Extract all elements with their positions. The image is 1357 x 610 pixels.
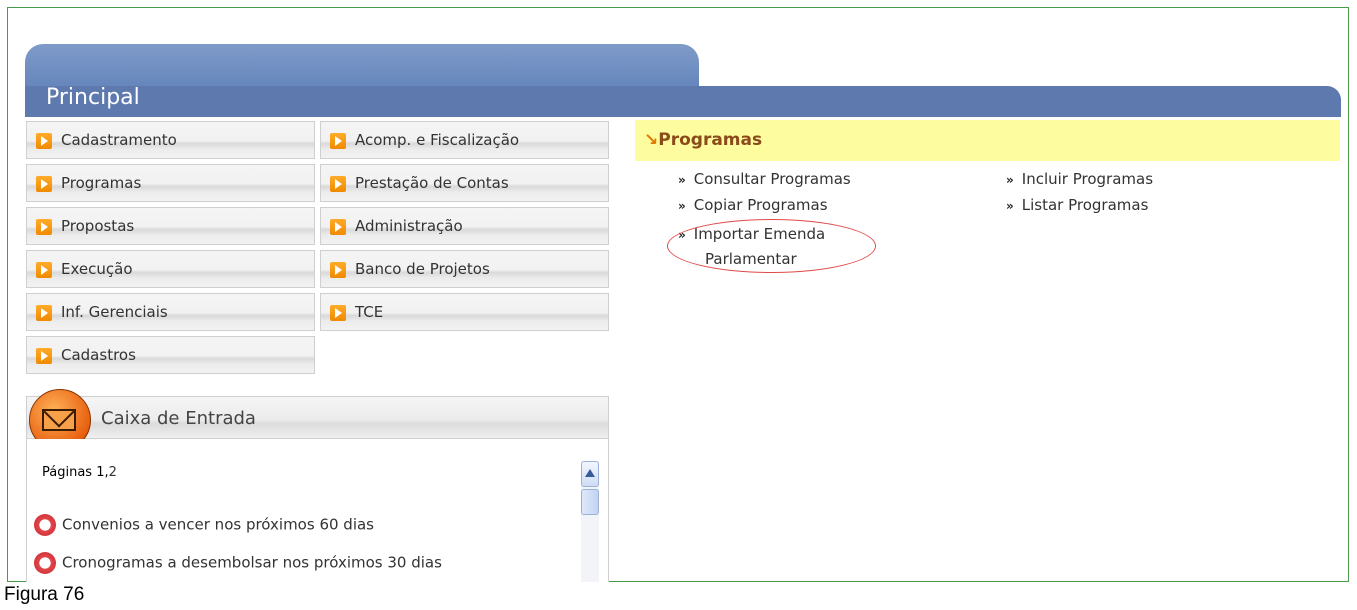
arrow-right-icon bbox=[36, 348, 52, 364]
arrow-right-icon bbox=[330, 262, 346, 278]
menu-propostas[interactable]: Propostas bbox=[26, 207, 315, 245]
menu-banco-projetos[interactable]: Banco de Projetos bbox=[320, 250, 609, 288]
menu-cadastros[interactable]: Cadastros bbox=[26, 336, 315, 374]
menu-label: Prestação de Contas bbox=[355, 174, 509, 192]
double-chevron-icon: » bbox=[678, 173, 686, 187]
inbox-item-label: Convenios a vencer nos próximos 60 dias bbox=[62, 515, 374, 534]
link-label: Copiar Programas bbox=[693, 196, 828, 214]
double-chevron-icon: » bbox=[678, 199, 686, 213]
menu-administracao[interactable]: Administração bbox=[320, 207, 609, 245]
inbox-item[interactable]: Cronogramas a desembolsar nos próximos 3… bbox=[34, 552, 442, 574]
double-chevron-icon: » bbox=[1006, 173, 1014, 187]
menu-cadastramento[interactable]: Cadastramento bbox=[26, 121, 315, 159]
scrollbar-thumb[interactable] bbox=[581, 489, 599, 515]
inbox-item-label: Cronogramas a desembolsar nos próximos 3… bbox=[62, 553, 442, 572]
menu-label: Acomp. e Fiscalização bbox=[355, 131, 520, 149]
menu-inf-gerenciais[interactable]: Inf. Gerenciais bbox=[26, 293, 315, 331]
pagination: Páginas 1,2 bbox=[42, 465, 117, 480]
link-incluir-programas[interactable]: » Incluir Programas bbox=[1006, 170, 1153, 188]
arrow-right-icon bbox=[36, 219, 52, 235]
menu-label: Cadastros bbox=[61, 346, 136, 364]
arrow-right-icon bbox=[330, 133, 346, 149]
programas-title: ↘Programas bbox=[644, 130, 762, 150]
arrow-down-right-icon: ↘ bbox=[644, 130, 659, 150]
arrow-right-icon bbox=[330, 305, 346, 321]
menu-label: Cadastramento bbox=[61, 131, 177, 149]
menu-prestacao-contas[interactable]: Prestação de Contas bbox=[320, 164, 609, 202]
menu-label: Propostas bbox=[61, 217, 135, 235]
menu-label: Programas bbox=[61, 174, 142, 192]
programas-title-text: Programas bbox=[658, 130, 763, 150]
arrow-right-icon bbox=[36, 176, 52, 192]
header-band bbox=[25, 86, 1341, 117]
menu-label: Administração bbox=[355, 217, 463, 235]
menu-tce[interactable]: TCE bbox=[320, 293, 609, 331]
arrow-right-icon bbox=[36, 305, 52, 321]
link-copiar-programas[interactable]: » Copiar Programas bbox=[678, 196, 828, 214]
link-consultar-programas[interactable]: » Consultar Programas bbox=[678, 170, 851, 188]
arrow-right-icon bbox=[330, 176, 346, 192]
clock-icon bbox=[34, 552, 56, 574]
pages-label: Páginas bbox=[42, 465, 93, 480]
page-2-link[interactable]: 2 bbox=[109, 465, 117, 480]
figure-caption: Figura 76 bbox=[4, 584, 85, 605]
arrow-right-icon bbox=[36, 133, 52, 149]
menu-label: Execução bbox=[61, 260, 133, 278]
link-label: Incluir Programas bbox=[1021, 170, 1154, 188]
page-current[interactable]: 1 bbox=[96, 465, 104, 480]
menu-execucao[interactable]: Execução bbox=[26, 250, 315, 288]
menu-label: TCE bbox=[355, 303, 384, 321]
link-label: Listar Programas bbox=[1021, 196, 1149, 214]
arrow-right-icon bbox=[330, 219, 346, 235]
scroll-up-arrow-icon[interactable] bbox=[581, 461, 599, 487]
clock-icon bbox=[34, 514, 56, 536]
double-chevron-icon: » bbox=[1006, 199, 1014, 213]
menu-programas[interactable]: Programas bbox=[26, 164, 315, 202]
menu-label: Banco de Projetos bbox=[355, 260, 490, 278]
inbox-title: Caixa de Entrada bbox=[101, 408, 256, 429]
arrow-right-icon bbox=[36, 262, 52, 278]
menu-acomp-fiscalizacao[interactable]: Acomp. e Fiscalização bbox=[320, 121, 609, 159]
page-title: Principal bbox=[46, 85, 140, 110]
menu-label: Inf. Gerenciais bbox=[61, 303, 168, 321]
header-tab bbox=[25, 44, 699, 88]
highlight-annotation-oval bbox=[667, 219, 876, 273]
link-listar-programas[interactable]: » Listar Programas bbox=[1006, 196, 1148, 214]
link-label: Consultar Programas bbox=[693, 170, 851, 188]
inbox-item[interactable]: Convenios a vencer nos próximos 60 dias bbox=[34, 514, 374, 536]
